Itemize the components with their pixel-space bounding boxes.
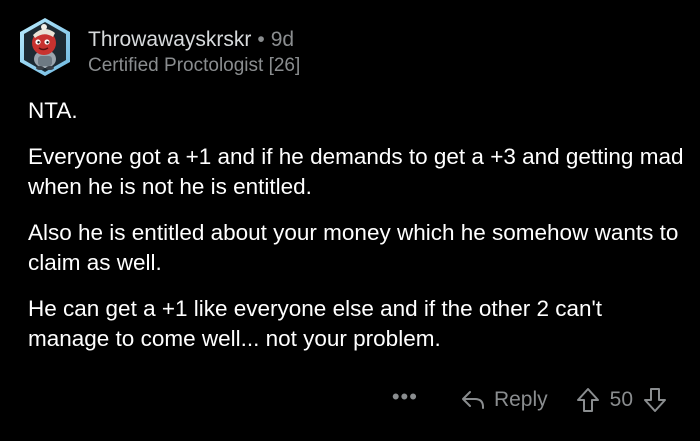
vote-controls: 50	[576, 387, 667, 413]
separator-dot: •	[257, 28, 265, 51]
downvote-arrow-icon[interactable]	[643, 387, 667, 413]
comment-header: Throwawayskrskr • 9d	[88, 27, 690, 53]
vote-score: 50	[609, 388, 633, 411]
user-avatar[interactable]	[14, 16, 76, 78]
reply-label: Reply	[493, 388, 548, 411]
reply-button[interactable]: Reply	[460, 388, 548, 412]
comment: Throwawayskrskr • 9d Certified Proctologis…	[0, 0, 700, 441]
author-username[interactable]: Throwawayskrskr	[88, 28, 251, 51]
comment-age: 9d	[270, 28, 295, 51]
user-flair: Certified Proctologist [26]	[88, 55, 301, 76]
comment-paragraph: He can get a +1 like everyone else and i…	[28, 296, 603, 351]
upvote-arrow-icon[interactable]	[576, 387, 600, 413]
comment-paragraph: Everyone got a +1 and if he demands to g…	[28, 144, 684, 199]
comment-meta: Throwawayskrskr • 9d Certified Proctologis…	[88, 27, 690, 78]
reply-arrow-icon	[460, 389, 494, 411]
comment-body: NTA. Everyone got a +1 and if he demands…	[28, 96, 688, 370]
comment-paragraph: Also he is entitled about your money whi…	[28, 220, 679, 275]
comment-actions: ••• Reply 50	[392, 383, 667, 417]
snoo-avatar-icon	[20, 18, 70, 76]
comment-paragraph: NTA.	[28, 98, 78, 123]
more-options-button[interactable]: •••	[392, 386, 418, 413]
